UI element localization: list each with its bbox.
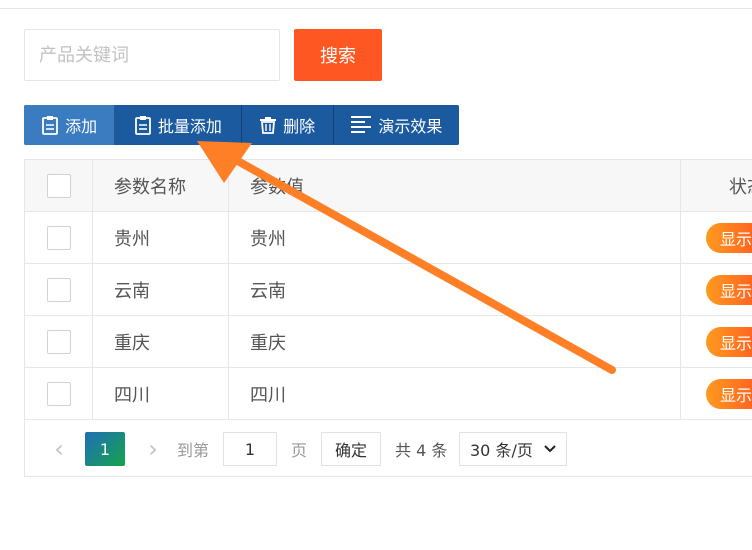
select-all-checkbox[interactable]: [46, 173, 71, 198]
row-select-cell: [25, 368, 93, 419]
goto-label: 到第: [177, 441, 210, 460]
demo-label: 演示效果: [378, 117, 443, 136]
status-badge[interactable]: 显示: [706, 222, 752, 253]
clipboard-icon: [42, 116, 59, 135]
row-checkbox[interactable]: [46, 225, 71, 250]
batch-add-label: 批量添加: [157, 117, 222, 136]
row-checkbox[interactable]: [46, 277, 71, 302]
param-value: 云南: [229, 264, 681, 315]
search-input[interactable]: [24, 29, 280, 81]
status-badge[interactable]: 显示: [706, 274, 752, 305]
column-header-name: 参数名称: [93, 160, 229, 211]
toolbar: 添加 批量添加 删除 演示效果: [24, 105, 459, 145]
page-size-value: 30 条/页: [470, 441, 533, 460]
status-cell: 显示: [681, 316, 752, 367]
confirm-button[interactable]: 确定: [321, 432, 381, 466]
column-header-status: 状态: [729, 176, 752, 198]
total-count: 共 4 条: [395, 441, 448, 460]
add-button[interactable]: 添加: [24, 105, 116, 145]
page-unit-label: 页: [291, 441, 308, 460]
select-all-cell: [25, 160, 93, 211]
status-cell: 显示: [681, 264, 752, 315]
param-name: 重庆: [93, 316, 229, 367]
next-page-icon[interactable]: ›: [141, 432, 165, 466]
row-checkbox[interactable]: [46, 329, 71, 354]
status-badge[interactable]: 显示: [706, 326, 752, 357]
search-button[interactable]: 搜索: [294, 29, 382, 81]
add-label: 添加: [65, 117, 98, 136]
clipboard-icon: [135, 116, 151, 135]
column-header-value: 参数值: [229, 160, 681, 211]
top-divider: [0, 8, 752, 9]
current-page-button[interactable]: 1: [85, 432, 125, 466]
status-badge[interactable]: 显示: [706, 378, 752, 409]
status-cell: 显示: [681, 212, 752, 263]
param-name: 云南: [93, 264, 229, 315]
row-select-cell: [25, 316, 93, 367]
pagination: ‹ 1 › 到第 1 页 确定 共 4 条 30 条/页: [25, 420, 752, 476]
table-row: 四川 四川 显示: [25, 368, 752, 420]
row-select-cell: [25, 212, 93, 263]
row-checkbox[interactable]: [46, 381, 71, 406]
table-header: 参数名称 参数值 状态: [25, 160, 752, 212]
param-name: 贵州: [93, 212, 229, 263]
delete-label: 删除: [283, 117, 316, 136]
prev-page-icon[interactable]: ‹: [47, 432, 71, 466]
delete-button[interactable]: 删除: [241, 105, 334, 145]
param-value: 四川: [229, 368, 681, 419]
page-size-select[interactable]: 30 条/页: [459, 432, 567, 466]
batch-add-button[interactable]: 批量添加: [115, 105, 242, 145]
align-icon: [351, 116, 372, 133]
param-value: 贵州: [229, 212, 681, 263]
chevron-down-icon: [544, 445, 556, 453]
table-row: 云南 云南 显示: [25, 264, 752, 316]
row-select-cell: [25, 264, 93, 315]
param-name: 四川: [93, 368, 229, 419]
demo-button[interactable]: 演示效果: [333, 105, 459, 145]
trash-icon: [260, 117, 277, 134]
goto-page-input[interactable]: 1: [223, 432, 277, 466]
status-cell: 显示: [681, 368, 752, 419]
table-row: 重庆 重庆 显示: [25, 316, 752, 368]
param-value: 重庆: [229, 316, 681, 367]
data-table: 参数名称 参数值 状态 贵州 贵州 显示 云南 云南 显示 重庆 重庆 显示 四…: [24, 159, 752, 477]
table-row: 贵州 贵州 显示: [25, 212, 752, 264]
